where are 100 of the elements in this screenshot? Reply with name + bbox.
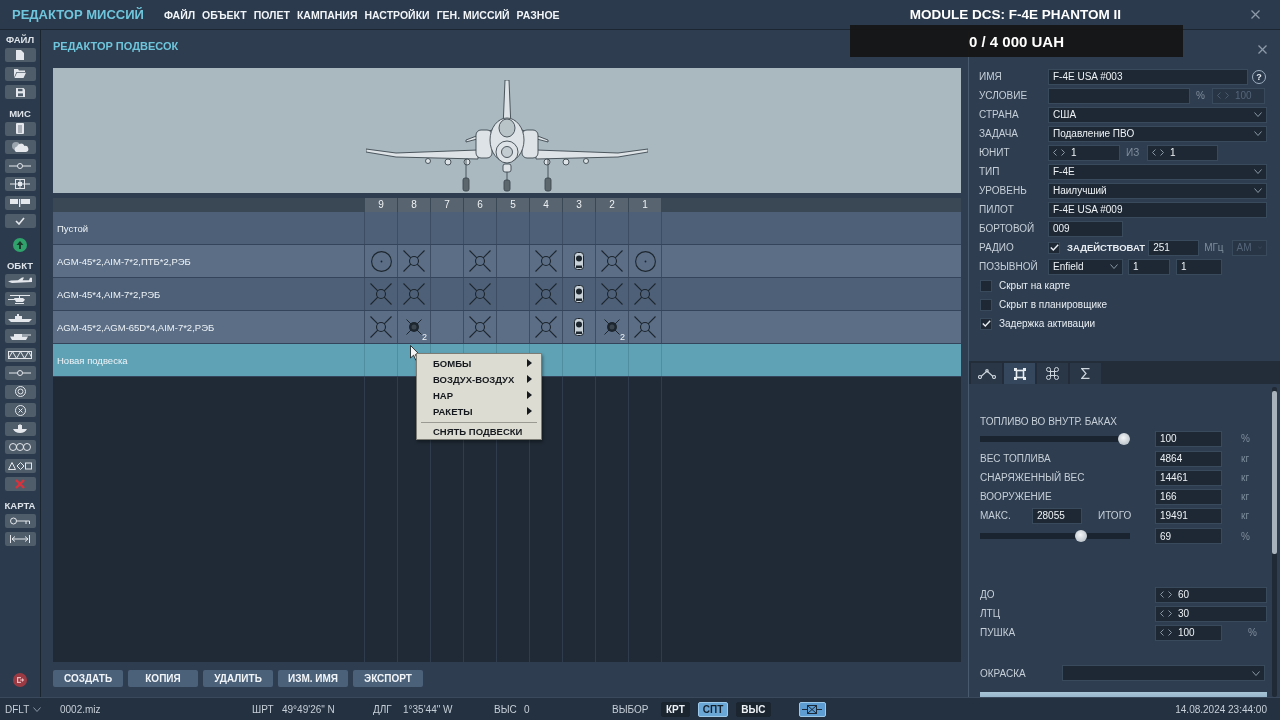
tool-button[interactable]	[4, 195, 36, 210]
gun-spinner[interactable]: 100	[1155, 624, 1222, 641]
task-dropdown[interactable]: Подавление ПВО	[1048, 125, 1267, 142]
up-arrow-icon[interactable]	[13, 237, 27, 252]
type-dropdown[interactable]: F-4E	[1048, 163, 1267, 180]
chevron-down-icon[interactable]	[1254, 169, 1262, 174]
checkbox[interactable]	[1048, 241, 1060, 254]
checkbox-label: Скрыт в планировщике	[999, 299, 1107, 310]
tool-button[interactable]	[4, 366, 36, 380]
tab[interactable]	[1070, 363, 1101, 384]
weight-field[interactable]: 166	[1155, 488, 1222, 505]
country-dropdown[interactable]: США	[1048, 106, 1267, 123]
unit-spinner[interactable]: 1	[1048, 144, 1120, 161]
loadout-row[interactable]: AGM-45*2,AGM-65D*4,AIM-7*2,РЭБ 2 2	[53, 311, 961, 344]
chevron-down-icon[interactable]	[1110, 264, 1118, 269]
tool-button[interactable]	[4, 121, 36, 136]
slider-thumb[interactable]	[1075, 530, 1088, 542]
menu-item[interactable]: НАСТРОЙКИ	[364, 8, 430, 21]
chevron-down-icon[interactable]	[1254, 112, 1262, 117]
scrollbar[interactable]	[1272, 387, 1277, 697]
unit-count-spinner[interactable]: 1	[1147, 144, 1218, 161]
tool-button[interactable]	[4, 347, 36, 362]
checkbox[interactable]	[980, 279, 992, 292]
tool-button[interactable]	[4, 440, 36, 454]
weight-field[interactable]: 14461	[1155, 469, 1222, 486]
menu-item[interactable]: НАР	[417, 387, 541, 403]
tool-button[interactable]	[4, 292, 36, 306]
load-percent-field[interactable]: 69	[1155, 528, 1222, 544]
max-weight-field[interactable]: 28055	[1032, 507, 1082, 524]
section-label: КАРТА	[4, 498, 36, 513]
name-field[interactable]: F-4E USA #003	[1048, 68, 1248, 85]
tool-button[interactable]	[4, 273, 36, 288]
tool-button[interactable]	[4, 384, 36, 399]
tool-button[interactable]	[4, 421, 36, 436]
callsign-number-field[interactable]: 1	[1128, 258, 1170, 275]
menu-item[interactable]: РАКЕТЫ	[417, 403, 541, 419]
chevron-down-icon[interactable]	[1254, 188, 1262, 193]
chevron-down-icon[interactable]	[1254, 131, 1262, 136]
field-label: ИТОГО	[1098, 510, 1133, 521]
help-button[interactable]: ?	[1252, 69, 1266, 84]
skill-dropdown[interactable]: Наилучший	[1048, 182, 1267, 199]
countermeasure-spinner[interactable]: 60	[1155, 586, 1267, 603]
checkbox[interactable]	[980, 298, 992, 311]
countermeasure-spinner[interactable]: 30	[1155, 605, 1267, 622]
checkbox[interactable]	[980, 317, 992, 330]
tool-button[interactable]	[4, 214, 36, 228]
callsign-dropdown[interactable]: Enfield	[1048, 258, 1123, 275]
profile-dropdown[interactable]: DFLT	[5, 703, 42, 715]
tool-button[interactable]	[4, 140, 36, 154]
tab[interactable]	[1037, 363, 1068, 384]
action-button[interactable]: ЭКСПОРТ	[353, 670, 423, 687]
tool-button[interactable]	[4, 329, 36, 343]
frequency-field[interactable]: 251	[1148, 239, 1200, 256]
pilot-field[interactable]: F-4E USA #009	[1048, 201, 1267, 218]
menu-item[interactable]: КАМПАНИЯ	[296, 8, 358, 21]
chevron-down-icon[interactable]	[33, 706, 42, 712]
total-weight-field[interactable]: 19491	[1155, 507, 1222, 524]
tool-button[interactable]	[4, 158, 36, 173]
chevron-down-icon[interactable]	[1252, 670, 1260, 676]
mode-button[interactable]: ВЫС	[736, 701, 771, 717]
menu-item[interactable]: БОМБЫ	[417, 355, 541, 371]
callsign-number-field[interactable]: 1	[1176, 258, 1222, 275]
tool-button[interactable]	[4, 48, 36, 62]
tool-button[interactable]	[4, 458, 36, 473]
action-button[interactable]: ИЗМ. ИМЯ	[278, 670, 348, 687]
tool-button[interactable]	[4, 85, 36, 99]
mode-button[interactable]: КРТ	[661, 701, 690, 717]
scrollbar-thumb[interactable]	[1272, 391, 1277, 554]
tool-button[interactable]	[4, 403, 36, 417]
action-button[interactable]: УДАЛИТЬ	[203, 670, 273, 687]
tool-button[interactable]	[4, 177, 36, 191]
loadout-row[interactable]: Пустой	[53, 212, 961, 245]
tool-button[interactable]	[4, 513, 36, 528]
fuel-percent-field[interactable]: 100	[1155, 430, 1222, 447]
menu-item[interactable]: ГЕН. МИССИЙ	[436, 8, 510, 21]
tool-button[interactable]	[4, 66, 36, 81]
slider-track[interactable]	[980, 530, 1130, 542]
overlay-toggle-button[interactable]	[798, 701, 826, 717]
loadout-row[interactable]: AGM-45*4,AIM-7*2,РЭБ	[53, 278, 961, 311]
exit-icon[interactable]	[13, 673, 27, 687]
menu-item[interactable]: ОБЪЕКТ	[202, 8, 247, 21]
menu-item[interactable]: РАЗНОЕ	[516, 8, 560, 21]
weight-field[interactable]: 4864	[1155, 450, 1222, 467]
menu-item[interactable]: ФАЙЛ	[163, 8, 196, 21]
tail-number-field[interactable]: 009	[1048, 220, 1123, 237]
mode-button[interactable]: СПТ	[697, 701, 729, 717]
menu-item[interactable]: ПОЛЕТ	[253, 8, 290, 21]
loadout-row[interactable]: AGM-45*2,AIM-7*2,ПТБ*2,РЭБ	[53, 245, 961, 278]
line-circle-icon	[9, 370, 31, 376]
tool-button[interactable]	[4, 310, 36, 325]
slider-thumb[interactable]	[1118, 432, 1130, 445]
action-button[interactable]: КОПИЯ	[128, 670, 198, 687]
tab[interactable]	[971, 363, 1002, 384]
tab[interactable]	[1004, 363, 1035, 384]
menu-item[interactable]: СНЯТЬ ПОДВЕСКИ	[417, 423, 541, 439]
x-circle-icon	[14, 404, 26, 416]
date-time: 14.08.2024 23:44:00	[1175, 703, 1267, 715]
action-button[interactable]: СОЗДАТЬ	[53, 670, 123, 687]
tool-button[interactable]	[4, 532, 36, 546]
condition-field[interactable]	[1048, 87, 1190, 104]
